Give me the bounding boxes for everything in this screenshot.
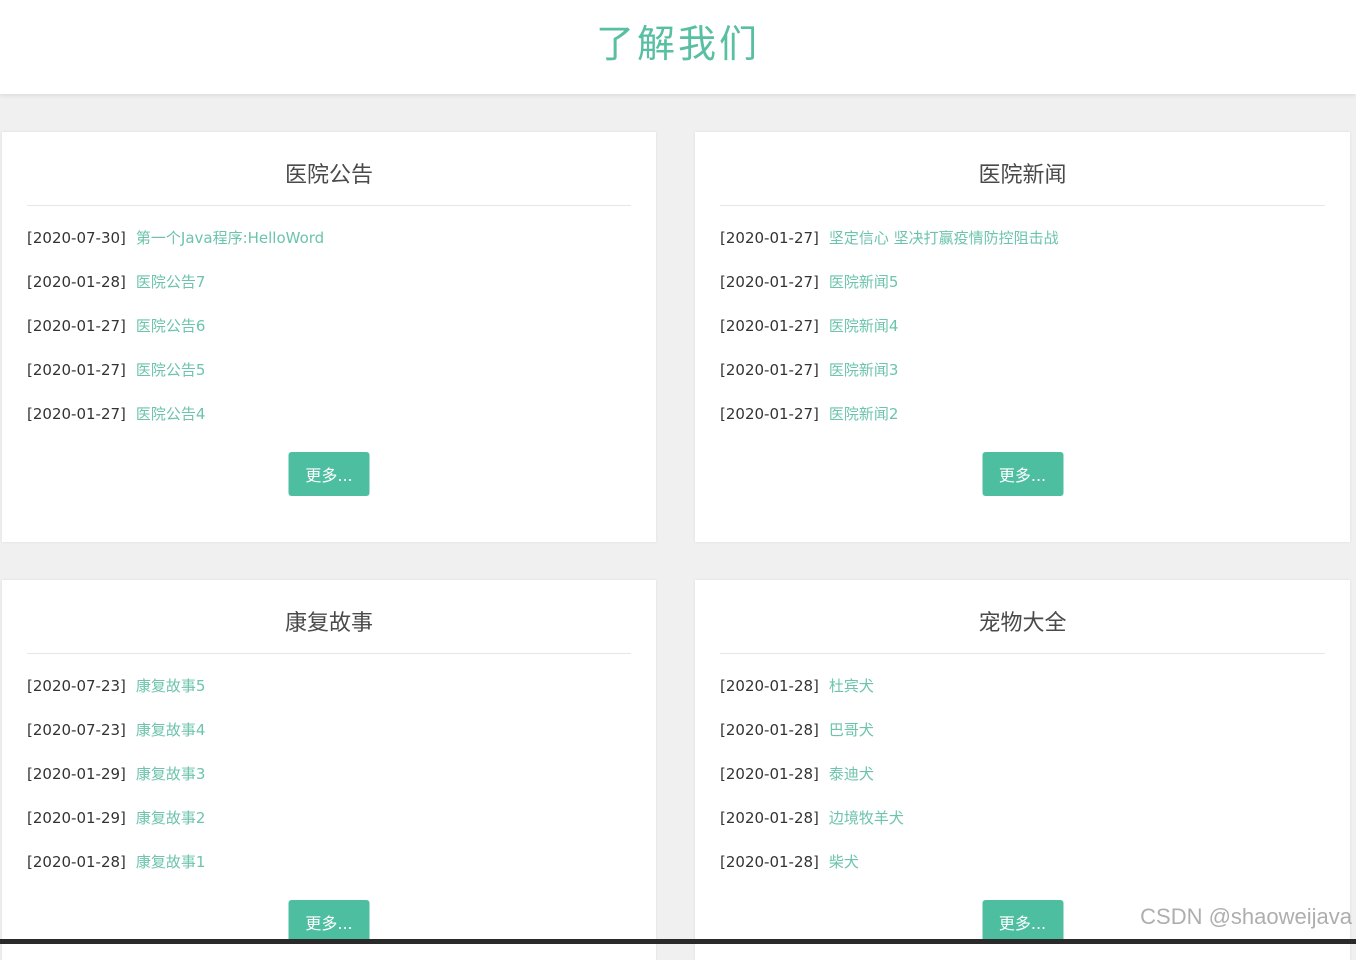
item-link[interactable]: 医院新闻2 <box>829 405 899 423</box>
item-date: [2020-01-28] <box>720 677 819 695</box>
item-date: [2020-01-29] <box>27 765 126 783</box>
more-button[interactable]: 更多... <box>288 900 370 944</box>
item-link[interactable]: 医院新闻4 <box>829 317 899 335</box>
card-hospital-news: 医院新闻 [2020-01-27] 坚定信心 坚决打赢疫情防控阻击战 [2020-… <box>695 132 1350 542</box>
item-link[interactable]: 康复故事5 <box>136 677 206 695</box>
item-link[interactable]: 医院公告6 <box>136 317 206 335</box>
page-title: 了解我们 <box>595 21 760 66</box>
item-link[interactable]: 医院新闻5 <box>829 273 899 291</box>
item-date: [2020-01-28] <box>720 853 819 871</box>
list-item: [2020-01-27] 医院新闻5 <box>720 260 1325 304</box>
item-date: [2020-01-28] <box>720 721 819 739</box>
item-link[interactable]: 巴哥犬 <box>829 721 874 739</box>
list-item: [2020-01-28] 医院公告7 <box>27 260 631 304</box>
list-item: [2020-07-23] 康复故事4 <box>27 708 631 752</box>
item-date: [2020-01-28] <box>27 273 126 291</box>
item-link[interactable]: 坚定信心 坚决打赢疫情防控阻击战 <box>829 229 1059 247</box>
item-date: [2020-01-27] <box>720 361 819 379</box>
list-item: [2020-01-27] 坚定信心 坚决打赢疫情防控阻击战 <box>720 216 1325 260</box>
item-link[interactable]: 医院公告4 <box>136 405 206 423</box>
item-date: [2020-01-27] <box>720 405 819 423</box>
item-date: [2020-01-27] <box>27 317 126 335</box>
list-item: [2020-07-23] 康复故事5 <box>27 664 631 708</box>
more-button[interactable]: 更多... <box>288 452 370 496</box>
card-pet-encyclopedia: 宠物大全 [2020-01-28] 杜宾犬 [2020-01-28] 巴哥犬 [20… <box>695 580 1350 960</box>
list-item: [2020-01-28] 泰迪犬 <box>720 752 1325 796</box>
more-button[interactable]: 更多... <box>982 452 1063 496</box>
item-date: [2020-01-28] <box>27 853 126 871</box>
list-item: [2020-01-27] 医院新闻2 <box>720 392 1325 436</box>
page-header: 了解我们 <box>0 0 1356 94</box>
item-link[interactable]: 柴犬 <box>829 853 859 871</box>
item-date: [2020-01-28] <box>720 809 819 827</box>
item-list: [2020-01-27] 坚定信心 坚决打赢疫情防控阻击战 [2020-01-27… <box>720 216 1325 436</box>
item-link[interactable]: 康复故事1 <box>136 853 206 871</box>
item-date: [2020-01-29] <box>27 809 126 827</box>
list-item: [2020-01-27] 医院新闻4 <box>720 304 1325 348</box>
item-link[interactable]: 康复故事4 <box>136 721 206 739</box>
card-title: 医院新闻 <box>720 132 1325 206</box>
list-item: [2020-01-28] 边境牧羊犬 <box>720 796 1325 840</box>
item-link[interactable]: 医院新闻3 <box>829 361 899 379</box>
list-item: [2020-01-27] 医院公告4 <box>27 392 631 436</box>
list-item: [2020-01-27] 医院公告6 <box>27 304 631 348</box>
list-item: [2020-07-30] 第一个Java程序:HelloWord <box>27 216 631 260</box>
list-item: [2020-01-28] 康复故事1 <box>27 840 631 884</box>
card-title: 康复故事 <box>27 580 631 654</box>
watermark: CSDN @shaoweijava <box>1140 904 1352 929</box>
item-date: [2020-01-27] <box>27 405 126 423</box>
item-date: [2020-01-27] <box>720 273 819 291</box>
card-title: 宠物大全 <box>720 580 1325 654</box>
card-hospital-notices: 医院公告 [2020-07-30] 第一个Java程序:HelloWord [20… <box>2 132 656 542</box>
item-link[interactable]: 第一个Java程序:HelloWord <box>136 229 324 247</box>
item-list: [2020-07-30] 第一个Java程序:HelloWord [2020-01… <box>27 216 631 436</box>
list-item: [2020-01-28] 杜宾犬 <box>720 664 1325 708</box>
item-link[interactable]: 边境牧羊犬 <box>829 809 904 827</box>
item-date: [2020-01-27] <box>27 361 126 379</box>
item-date: [2020-01-28] <box>720 765 819 783</box>
item-link[interactable]: 泰迪犬 <box>829 765 874 783</box>
list-item: [2020-01-28] 柴犬 <box>720 840 1325 884</box>
item-date: [2020-07-23] <box>27 677 126 695</box>
item-link[interactable]: 医院公告7 <box>136 273 206 291</box>
item-link[interactable]: 康复故事3 <box>136 765 206 783</box>
more-button[interactable]: 更多... <box>982 900 1063 944</box>
item-link[interactable]: 康复故事2 <box>136 809 206 827</box>
list-item: [2020-01-27] 医院公告5 <box>27 348 631 392</box>
item-link[interactable]: 杜宾犬 <box>829 677 874 695</box>
item-date: [2020-01-27] <box>720 317 819 335</box>
item-list: [2020-01-28] 杜宾犬 [2020-01-28] 巴哥犬 [2020-01… <box>720 664 1325 884</box>
card-title: 医院公告 <box>27 132 631 206</box>
item-link[interactable]: 医院公告5 <box>136 361 206 379</box>
list-item: [2020-01-27] 医院新闻3 <box>720 348 1325 392</box>
item-date: [2020-07-30] <box>27 229 126 247</box>
item-list: [2020-07-23] 康复故事5 [2020-07-23] 康复故事4 [202… <box>27 664 631 884</box>
list-item: [2020-01-29] 康复故事2 <box>27 796 631 840</box>
list-item: [2020-01-29] 康复故事3 <box>27 752 631 796</box>
list-item: [2020-01-28] 巴哥犬 <box>720 708 1325 752</box>
card-recovery-stories: 康复故事 [2020-07-23] 康复故事5 [2020-07-23] 康复故事4… <box>2 580 656 960</box>
item-date: [2020-01-27] <box>720 229 819 247</box>
bottom-bar <box>0 939 1356 944</box>
item-date: [2020-07-23] <box>27 721 126 739</box>
